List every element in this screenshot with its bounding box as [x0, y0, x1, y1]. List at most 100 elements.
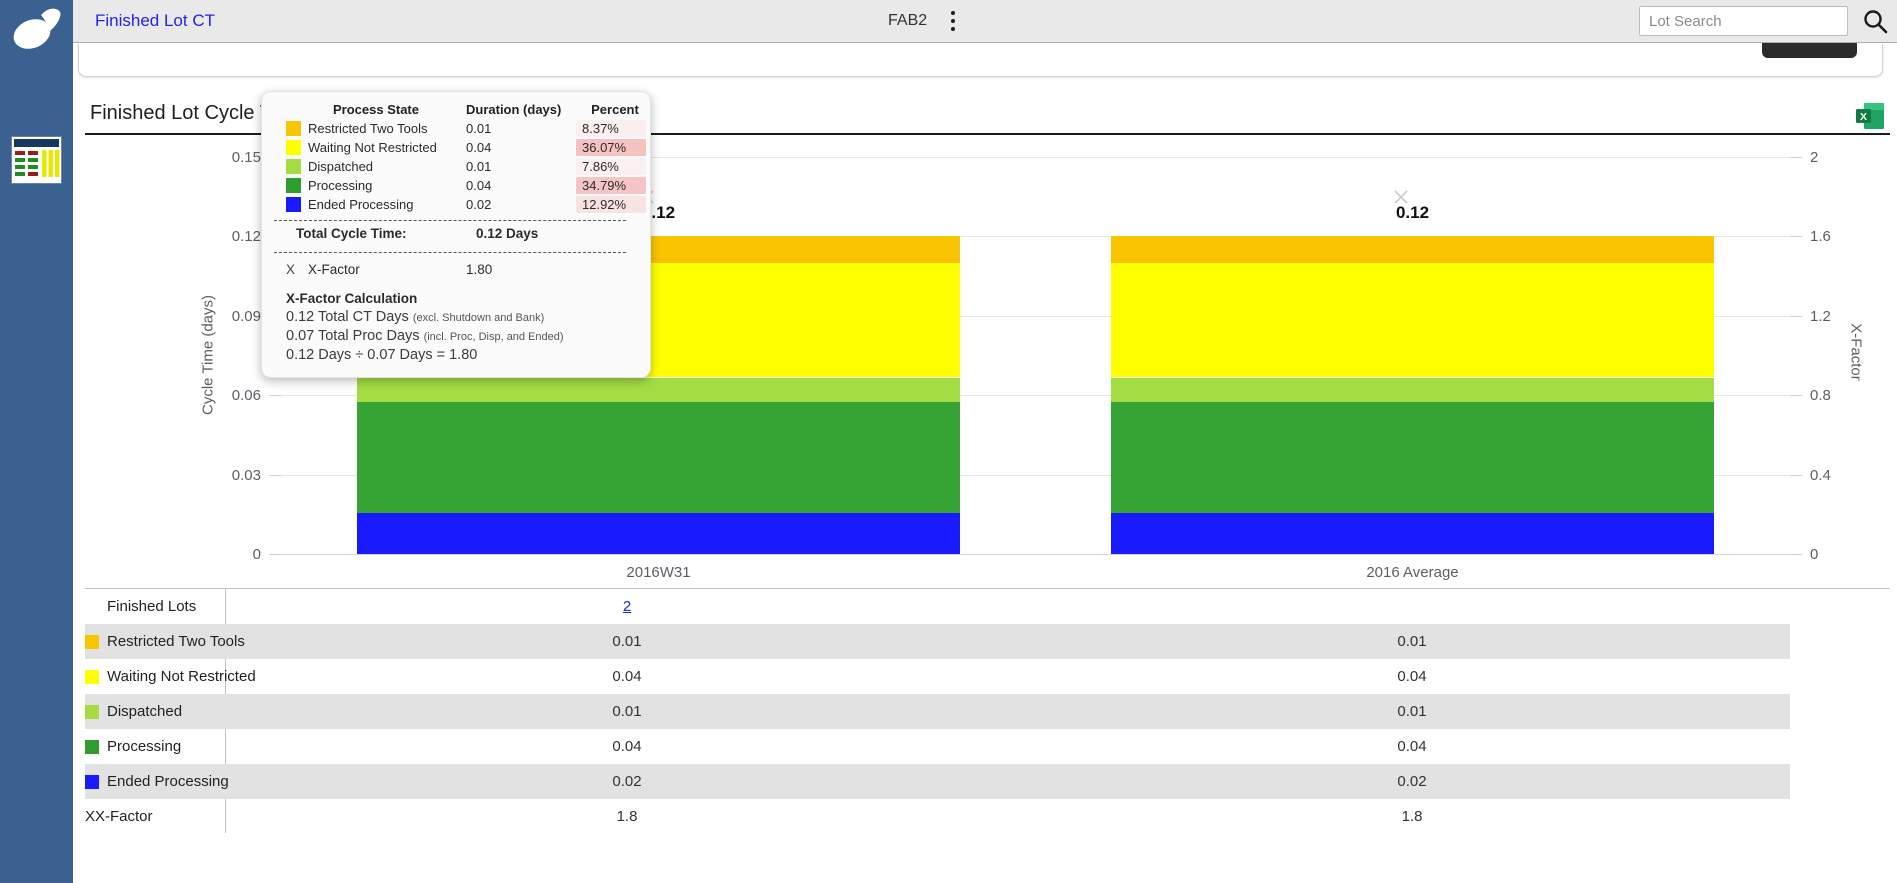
bar-segment-ended-processing[interactable] [1111, 513, 1714, 554]
calc-main: 0.12 Total CT Days [286, 309, 413, 325]
sidebar [0, 0, 73, 883]
row-value: 0.04 [557, 668, 697, 685]
left-axis-title: Cycle Time (days) [200, 295, 217, 415]
xfactor-value: 1.80 [466, 262, 642, 277]
xfactor-calc-title: X-Factor Calculation [286, 291, 642, 306]
table-row: Waiting Not Restricted 0.04 0.04 [85, 659, 1790, 694]
left-axis-tick-label: 0.15 [201, 149, 261, 166]
table-row: Finished Lots2 [85, 589, 1790, 624]
legend-swatch [286, 159, 301, 174]
legend-swatch [286, 140, 301, 155]
row-legend-swatch [85, 635, 99, 649]
tooltip-total-value: 0.12 Days [476, 226, 642, 241]
right-tick [1790, 554, 1802, 555]
tooltip-total-row: Total Cycle Time: 0.12 Days [286, 221, 642, 246]
row-value: 0.04 [557, 738, 697, 755]
state-label: Restricted Two Tools [308, 121, 466, 136]
calc-main: 0.07 Total Proc Days [286, 328, 424, 344]
fab-selector: FAB2 [888, 9, 961, 33]
kebab-menu-icon[interactable] [945, 9, 961, 33]
finished-lots-link[interactable]: 2 [623, 598, 631, 615]
bar-segment-dispatched[interactable] [1111, 378, 1714, 403]
row-value: 1.8 [1342, 808, 1482, 825]
row-value: 0.01 [1342, 633, 1482, 650]
xfactor-marker-glyph: X [286, 262, 308, 277]
xfactor-calc-line: 0.12 Total CT Days (excl. Shutdown and B… [286, 309, 642, 325]
left-tick [269, 395, 281, 396]
state-duration: 0.01 [466, 121, 576, 136]
table-row: XX-Factor1.81.8 [85, 799, 1790, 834]
state-label: Waiting Not Restricted [308, 140, 466, 155]
right-axis-tick-label: 1.2 [1810, 308, 1831, 325]
left-axis-tick-label: 0.03 [201, 467, 261, 484]
right-axis-tick-label: 0.8 [1810, 387, 1831, 404]
row-value: 0.04 [1342, 738, 1482, 755]
legend-swatch [286, 121, 301, 136]
legend-swatch [286, 197, 301, 212]
state-duration: 0.04 [466, 178, 576, 193]
x-axis-category-label: 2016 Average [1283, 564, 1543, 581]
state-duration: 0.04 [466, 140, 576, 155]
xfactor-calc-line: 0.07 Total Proc Days (incl. Proc, Disp, … [286, 328, 642, 344]
right-tick [1790, 157, 1802, 158]
row-value: 2 [557, 598, 697, 615]
row-label: Dispatched [107, 703, 182, 720]
bar-segment-processing[interactable] [1111, 402, 1714, 512]
state-percent: 7.86% [576, 158, 646, 175]
app-title-link[interactable]: Finished Lot CT [95, 11, 215, 31]
bar-segment-waiting-not-restricted[interactable] [1111, 263, 1714, 378]
tooltip-state-row: Dispatched0.017.86% [286, 157, 642, 176]
excel-export-icon[interactable]: X [1855, 102, 1885, 130]
row-value: 1.8 [557, 808, 697, 825]
tooltip-header-row: Process State Duration (days) Percent [286, 102, 642, 117]
state-label: Ended Processing [308, 197, 466, 212]
tooltip-state-row: Processing0.0434.79% [286, 176, 642, 195]
tooltip-state-row: Ended Processing0.0212.92% [286, 195, 642, 214]
state-percent-cell: 34.79% [576, 177, 654, 194]
tooltip-col-duration: Duration (days) [466, 102, 576, 117]
row-label: Waiting Not Restricted [107, 668, 256, 685]
right-axis-tick-label: 1.6 [1810, 228, 1831, 245]
report-spreadsheet-icon[interactable] [11, 136, 62, 189]
right-tick [1790, 475, 1802, 476]
state-label: Processing [308, 178, 466, 193]
fab-label[interactable]: FAB2 [888, 12, 927, 30]
bar-segment-processing[interactable] [357, 402, 960, 512]
tooltip-state-rows: Restricted Two Tools0.018.37%Waiting Not… [286, 119, 642, 214]
bar-segment-restricted-two-tools[interactable] [1111, 236, 1714, 263]
table-row: Dispatched 0.01 0.01 [85, 694, 1790, 729]
lot-search-input[interactable] [1639, 6, 1848, 36]
row-legend-swatch [85, 775, 99, 789]
search-icon[interactable] [1859, 6, 1891, 38]
row-value: 0.04 [1342, 668, 1482, 685]
right-tick [1790, 316, 1802, 317]
row-value: 0.01 [557, 633, 697, 650]
row-value: 0.02 [557, 773, 697, 790]
state-percent: 12.92% [576, 196, 646, 213]
row-value: 0.01 [1342, 703, 1482, 720]
tooltip-state-row: Restricted Two Tools0.018.37% [286, 119, 642, 138]
table-row: Processing0.040.04 [85, 729, 1790, 764]
row-value: 0.01 [557, 703, 697, 720]
finished-lot-ct-page: { "header": { "app_title": "Finished Lot… [0, 0, 1897, 883]
chart-tooltip: Process State Duration (days) Percent Re… [261, 91, 651, 378]
tooltip-col-percent: Percent [576, 102, 654, 117]
calc-note: (excl. Shutdown and Bank) [413, 312, 544, 324]
app-logo-icon[interactable] [8, 5, 66, 60]
table-row: Ended Processing0.020.02 [85, 764, 1790, 799]
xfactor-calc-lines: 0.12 Total CT Days (excl. Shutdown and B… [286, 309, 642, 363]
tooltip-xfactor-row: X X-Factor 1.80 [286, 253, 642, 279]
legend-swatch [286, 178, 301, 193]
calc-main: 0.12 Days ÷ 0.07 Days = 1.80 [286, 347, 477, 363]
xfactor-label: X-Factor [308, 262, 466, 277]
state-percent-cell: 36.07% [576, 139, 654, 156]
bar-segment-dispatched[interactable] [357, 378, 960, 403]
bar-segment-ended-processing[interactable] [357, 513, 960, 554]
bar-total-label: 0.12 [1363, 203, 1463, 223]
left-axis-tick-label: 0.12 [201, 228, 261, 245]
right-axis-tick-label: 2 [1810, 149, 1818, 166]
tooltip-state-row: Waiting Not Restricted0.0436.07% [286, 138, 642, 157]
tooltip-total-label: Total Cycle Time: [296, 226, 476, 241]
table-row: Restricted Two Tools0.010.01 [85, 624, 1790, 659]
right-tick [1790, 395, 1802, 396]
